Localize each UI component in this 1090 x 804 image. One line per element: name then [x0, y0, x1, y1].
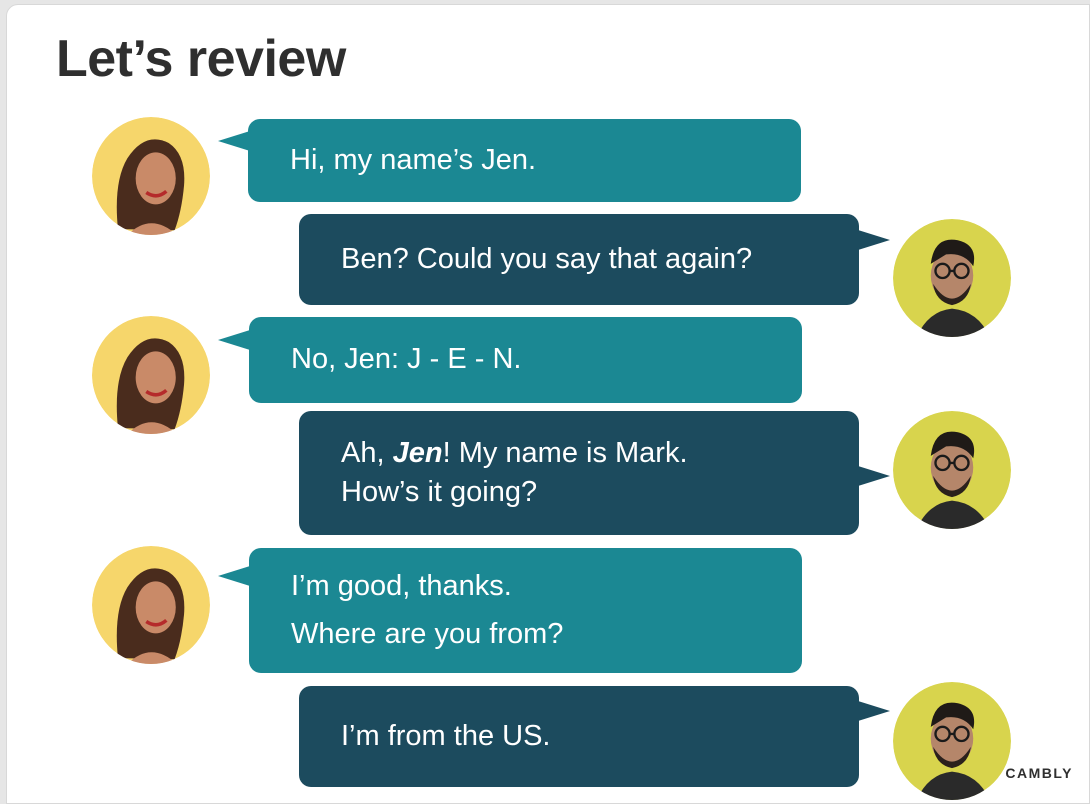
message-text: Ah, Jen! My name is Mark.: [341, 436, 688, 469]
message-bubble-mark: Ben? Could you say that again?: [299, 214, 859, 305]
bubble-tail: [218, 566, 250, 586]
bubble-tail: [858, 466, 890, 486]
woman-avatar-icon: [92, 316, 210, 434]
slide: Let’s review Hi, my name’s Jen. Ben? Cou…: [6, 4, 1090, 804]
man-avatar-icon: [893, 219, 1011, 337]
message-bubble-mark: Ah, Jen! My name is Mark. How’s it going…: [299, 411, 859, 535]
brand-logo: CAMBLY: [1005, 765, 1073, 781]
woman-avatar-icon: [92, 546, 210, 664]
message-text: Where are you from?: [291, 617, 564, 650]
message-text: No, Jen: J - E - N.: [291, 343, 522, 376]
message-text: How’s it going?: [341, 476, 538, 508]
bubble-tail: [218, 131, 250, 151]
message-bubble-mark: I’m from the US.: [299, 686, 859, 787]
message-text: Hi, my name’s Jen.: [290, 143, 537, 176]
emphasized-name: Jen: [392, 436, 443, 469]
bubble-tail: [858, 701, 890, 721]
message-text: I’m good, thanks.: [291, 570, 512, 603]
message-bubble-jen: I’m good, thanks. Where are you from?: [249, 548, 802, 673]
slide-title: Let’s review: [56, 30, 346, 88]
man-avatar-icon: [893, 682, 1011, 800]
message-text: I’m from the US.: [341, 719, 551, 752]
message-bubble-jen: No, Jen: J - E - N.: [249, 317, 802, 403]
message-bubble-jen: Hi, my name’s Jen.: [248, 119, 801, 202]
message-text: Ben? Could you say that again?: [341, 242, 753, 275]
bubble-tail: [858, 230, 890, 250]
woman-avatar-icon: [92, 117, 210, 235]
bubble-tail: [218, 330, 250, 350]
man-avatar-icon: [893, 411, 1011, 529]
